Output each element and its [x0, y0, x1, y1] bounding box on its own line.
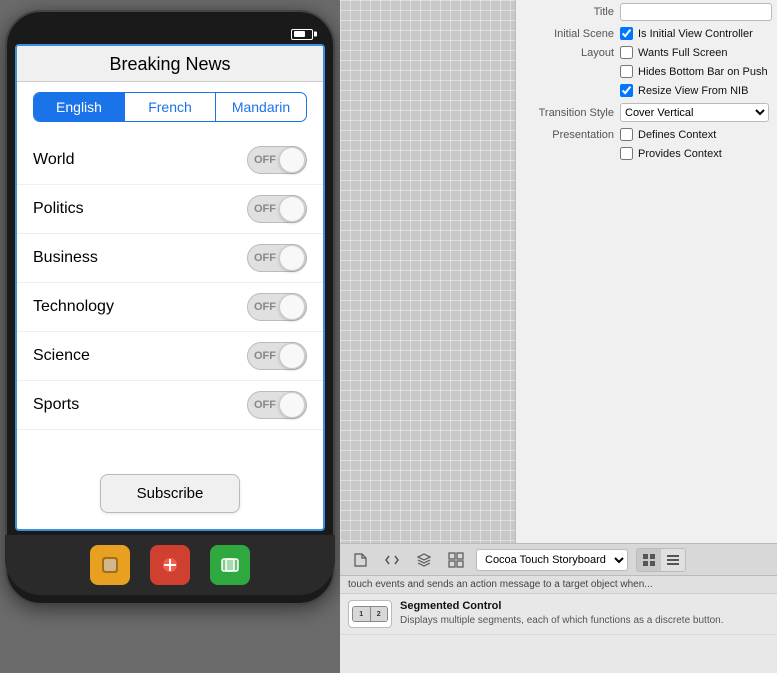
- title-label: Title: [524, 6, 614, 18]
- toggle-knob-0: [279, 147, 305, 173]
- initial-scene-text: Is Initial View Controller: [638, 28, 753, 40]
- bottom-section: Cocoa Touch Storyboard: [340, 543, 777, 673]
- file-icon[interactable]: [348, 548, 372, 572]
- toggle-text-2: OFF: [254, 252, 276, 264]
- toggle-knob-2: [279, 245, 305, 271]
- topic-row: Sports OFF: [17, 381, 323, 430]
- mini-segment-thumb: 1 2: [352, 606, 388, 622]
- scroll-hint: touch events and sends an action message…: [340, 576, 777, 594]
- resize-view-checkbox[interactable]: [620, 84, 633, 97]
- view-toggle[interactable]: [636, 548, 686, 572]
- component-title: Segmented Control: [400, 600, 769, 612]
- hides-bottom-bar-text: Hides Bottom Bar on Push: [638, 66, 768, 78]
- segment-french[interactable]: French: [125, 93, 216, 121]
- topic-row: Technology OFF: [17, 283, 323, 332]
- layer-icon[interactable]: [412, 548, 436, 572]
- iphone-frame: Breaking News English French Mandarin Wo…: [5, 10, 335, 605]
- topic-label: Technology: [33, 298, 114, 316]
- title-row: Title: [516, 0, 777, 24]
- component-info: Segmented Control Displays multiple segm…: [400, 600, 769, 627]
- wants-fullscreen-text: Wants Full Screen: [638, 47, 727, 59]
- layout-label: Layout: [524, 47, 614, 59]
- defines-context-checkbox[interactable]: [620, 128, 633, 141]
- topic-row: World OFF: [17, 136, 323, 185]
- component-thumbnail: 1 2: [348, 600, 392, 628]
- toggle-text-5: OFF: [254, 399, 276, 411]
- provides-context-checkbox[interactable]: [620, 147, 633, 160]
- presentation-label: Presentation: [524, 129, 614, 141]
- iphone-screen: Breaking News English French Mandarin Wo…: [15, 44, 325, 531]
- toggle-text-3: OFF: [254, 301, 276, 313]
- red-toolbar-icon[interactable]: [150, 545, 190, 585]
- app-title: Breaking News: [17, 46, 323, 82]
- subscribe-area: Subscribe: [17, 458, 323, 529]
- inspector-panel: Title Initial Scene Is Initial View Cont…: [515, 0, 777, 543]
- grid-view-btn[interactable]: [637, 549, 661, 571]
- transition-style-row: Transition Style Cover Vertical: [516, 100, 777, 125]
- resize-view-text: Resize View From NIB: [638, 85, 748, 97]
- initial-scene-row: Initial Scene Is Initial View Controller: [516, 24, 777, 43]
- provides-context-row: Provides Context: [516, 144, 777, 163]
- bottom-toolbar-bar: Cocoa Touch Storyboard: [340, 544, 777, 576]
- component-description: Displays multiple segments, each of whic…: [400, 614, 769, 627]
- green-toolbar-icon[interactable]: [210, 545, 250, 585]
- toggle-switch-3[interactable]: OFF: [247, 293, 307, 321]
- component-item: 1 2 Segmented Control Displays multiple …: [340, 594, 777, 635]
- topic-row: Business OFF: [17, 234, 323, 283]
- code-icon[interactable]: [380, 548, 404, 572]
- yellow-toolbar-icon[interactable]: [90, 545, 130, 585]
- toggle-switch-0[interactable]: OFF: [247, 146, 307, 174]
- toggle-knob-5: [279, 392, 305, 418]
- toggle-text-0: OFF: [254, 154, 276, 166]
- segment-mandarin[interactable]: Mandarin: [216, 93, 306, 121]
- topic-label: Business: [33, 249, 98, 267]
- file-type-select[interactable]: Cocoa Touch Storyboard: [476, 549, 628, 571]
- toggle-switch-1[interactable]: OFF: [247, 195, 307, 223]
- toggle-text-1: OFF: [254, 203, 276, 215]
- initial-scene-checkbox[interactable]: [620, 27, 633, 40]
- toggle-knob-1: [279, 196, 305, 222]
- provides-context-text: Provides Context: [638, 148, 722, 160]
- defines-context-text: Defines Context: [638, 129, 716, 141]
- topic-label: Science: [33, 347, 90, 365]
- hides-bottom-bar-row: Hides Bottom Bar on Push: [516, 62, 777, 81]
- toggle-switch-4[interactable]: OFF: [247, 342, 307, 370]
- initial-scene-label: Initial Scene: [524, 28, 614, 40]
- topic-label: World: [33, 151, 75, 169]
- toggle-switch-5[interactable]: OFF: [247, 391, 307, 419]
- canvas-area: Title Initial Scene Is Initial View Cont…: [340, 0, 777, 543]
- list-view-btn[interactable]: [661, 549, 685, 571]
- segment-english[interactable]: English: [34, 93, 125, 121]
- mini-seg-1: 1: [353, 607, 371, 621]
- wants-fullscreen-checkbox[interactable]: [620, 46, 633, 59]
- topic-list: World OFF Politics OFF Business OFF Tech…: [17, 132, 323, 458]
- toggle-switch-2[interactable]: OFF: [247, 244, 307, 272]
- ios-simulator: Breaking News English French Mandarin Wo…: [0, 0, 340, 673]
- grid-icon[interactable]: [444, 548, 468, 572]
- app-bottom-toolbar: [5, 535, 335, 595]
- status-bar: [15, 24, 325, 44]
- toggle-knob-4: [279, 343, 305, 369]
- mini-seg-2: 2: [371, 607, 388, 621]
- layout-wants-fullscreen-row: Layout Wants Full Screen: [516, 43, 777, 62]
- subscribe-button[interactable]: Subscribe: [100, 474, 241, 513]
- topic-row: Politics OFF: [17, 185, 323, 234]
- hides-bottom-bar-checkbox[interactable]: [620, 65, 633, 78]
- toggle-knob-3: [279, 294, 305, 320]
- battery-icon: [291, 29, 313, 40]
- transition-style-select[interactable]: Cover Vertical: [620, 103, 769, 122]
- transition-style-label: Transition Style: [524, 107, 614, 119]
- presentation-defines-row: Presentation Defines Context: [516, 125, 777, 144]
- title-input[interactable]: [620, 3, 772, 21]
- topic-label: Politics: [33, 200, 84, 218]
- toggle-text-4: OFF: [254, 350, 276, 362]
- segment-control[interactable]: English French Mandarin: [33, 92, 307, 122]
- right-panel: Title Initial Scene Is Initial View Cont…: [340, 0, 777, 673]
- resize-view-row: Resize View From NIB: [516, 81, 777, 100]
- topic-label: Sports: [33, 396, 79, 414]
- topic-row: Science OFF: [17, 332, 323, 381]
